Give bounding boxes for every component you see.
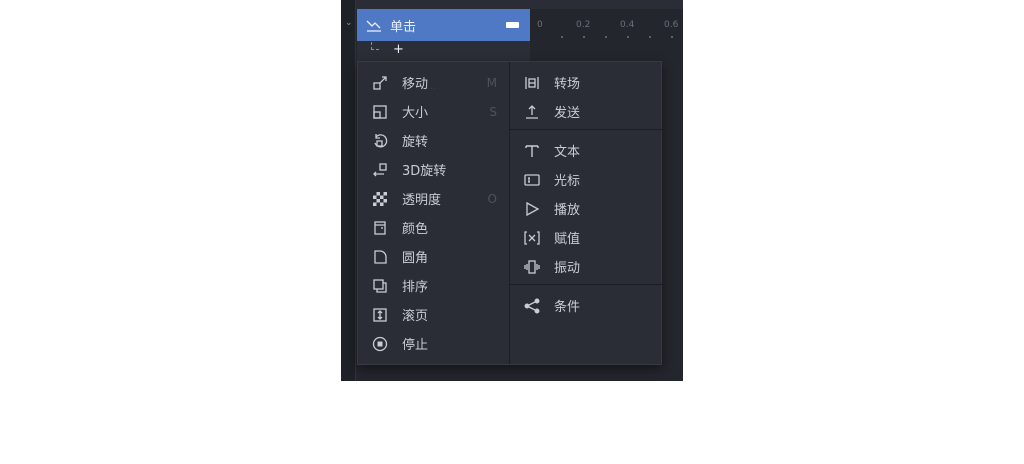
menu-item-label: 文本: [554, 145, 581, 160]
shortcut-hint: S: [489, 104, 497, 119]
send-icon: [524, 104, 540, 120]
rotate-3d-icon: [372, 162, 388, 178]
move-icon: [372, 75, 388, 91]
branch-connector: [371, 42, 379, 50]
menu-item-rotate-3d[interactable]: 3D旋转: [358, 155, 509, 184]
top-strip: [341, 0, 683, 9]
resize-icon: [372, 104, 388, 120]
corner-radius-icon: [372, 249, 388, 265]
menu-item-label: 排序: [402, 280, 429, 295]
swipe-icon: [366, 17, 382, 33]
menu-item-label: 移动: [402, 77, 429, 92]
ruler-tick: 0: [537, 20, 543, 30]
play-icon: [524, 201, 540, 217]
menu-item-color[interactable]: 颜色: [358, 213, 509, 242]
menu-item-label: 圆角: [402, 251, 429, 266]
menu-divider: [510, 129, 662, 130]
chevron-down-icon[interactable]: ⌄: [345, 18, 353, 28]
menu-item-label: 转场: [554, 77, 581, 92]
menu-item-send[interactable]: 发送: [510, 97, 662, 126]
menu-divider: [510, 284, 662, 285]
shortcut-hint: O: [487, 191, 497, 206]
menu-item-play[interactable]: 播放: [510, 194, 662, 223]
ruler-tick: 0.2: [576, 20, 591, 30]
menu-item-label: 3D旋转: [402, 164, 447, 179]
opacity-icon: [372, 191, 388, 207]
menu-item-label: 颜色: [402, 222, 429, 237]
menu-item-label: 条件: [554, 300, 581, 315]
menu-item-label: 滚页: [402, 309, 429, 324]
menu-item-text[interactable]: 文本: [510, 136, 662, 165]
condition-icon: [524, 298, 540, 314]
menu-item-cursor[interactable]: 光标: [510, 165, 662, 194]
menu-item-stop[interactable]: 停止: [358, 329, 509, 358]
timeline-ruler: 0 0.2 0.4 0.6: [531, 9, 683, 41]
menu-item-label: 赋值: [554, 232, 581, 247]
trigger-row[interactable]: 单击: [357, 9, 530, 41]
menu-item-corner-radius[interactable]: 圆角: [358, 242, 509, 271]
menu-item-label: 播放: [554, 203, 581, 218]
trigger-toggle[interactable]: [494, 9, 530, 41]
menu-item-opacity[interactable]: 透明度 O: [358, 184, 509, 213]
menu-item-rotate[interactable]: 旋转: [358, 126, 509, 155]
menu-item-transition[interactable]: 转场: [510, 68, 662, 97]
menu-item-condition[interactable]: 条件: [510, 291, 662, 320]
text-icon: [524, 143, 540, 159]
menu-right-column: 转场 发送 文本 光标 播放 赋值 振动 条件: [510, 62, 662, 364]
rotate-icon: [372, 133, 388, 149]
scroll-icon: [372, 307, 388, 323]
menu-item-label: 大小: [402, 106, 429, 121]
menu-item-label: 停止: [402, 338, 429, 353]
menu-item-label: 振动: [554, 261, 581, 276]
menu-item-label: 旋转: [402, 135, 429, 150]
ruler-tick: 0.4: [620, 20, 635, 30]
menu-item-label: 发送: [554, 106, 581, 121]
menu-item-move[interactable]: 移动 M: [358, 68, 509, 97]
vibrate-icon: [524, 259, 540, 275]
ruler-tick: 0.6: [664, 20, 679, 30]
cursor-icon: [524, 172, 540, 188]
timeline-panel: ⌄ 单击 0 0.2 0.4 0.6 + ··· 移动 M 大小 S 旋转 3D…: [341, 0, 683, 381]
color-icon: [372, 220, 388, 236]
action-subrow: +: [357, 41, 530, 61]
menu-item-resize[interactable]: 大小 S: [358, 97, 509, 126]
menu-item-label: 光标: [554, 174, 581, 189]
action-menu: ··· 移动 M 大小 S 旋转 3D旋转 透明度 O 颜色 圆角 排序 滚页 …: [357, 61, 662, 365]
stop-icon: [372, 336, 388, 352]
trigger-label: 单击: [390, 19, 417, 35]
menu-item-scroll[interactable]: 滚页: [358, 300, 509, 329]
menu-item-variable[interactable]: 赋值: [510, 223, 662, 252]
menu-left-column: ··· 移动 M 大小 S 旋转 3D旋转 透明度 O 颜色 圆角 排序 滚页 …: [358, 62, 510, 364]
left-gutter: ⌄: [341, 0, 356, 381]
menu-item-order[interactable]: 排序: [358, 271, 509, 300]
variable-icon: [524, 230, 540, 246]
add-action-button[interactable]: +: [393, 42, 404, 57]
order-icon: [372, 278, 388, 294]
transition-icon: [524, 75, 540, 91]
menu-item-vibrate[interactable]: 振动: [510, 252, 662, 281]
menu-item-label: 透明度: [402, 193, 442, 208]
shortcut-hint: M: [486, 75, 497, 90]
